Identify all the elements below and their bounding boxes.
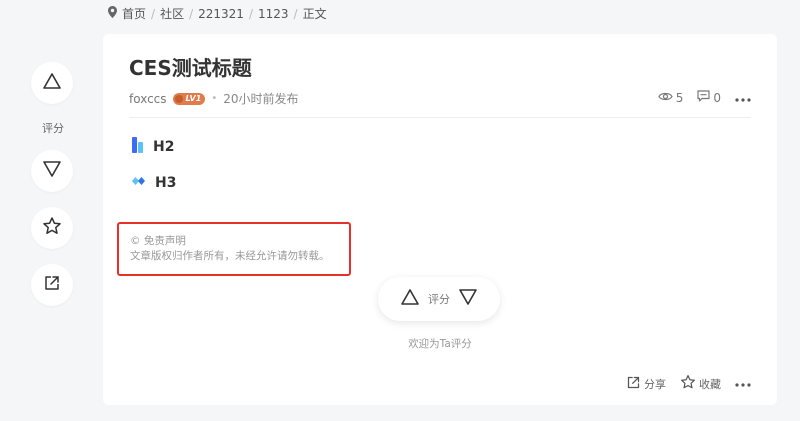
downvote-button[interactable] [31,150,73,192]
breadcrumb-community[interactable]: 社区 [160,5,184,22]
meta-divider [129,117,751,118]
rate-down-button[interactable] [458,288,478,310]
publish-time: 20小时前发布 [223,92,299,106]
level-badge: LV1 [172,92,206,105]
eye-icon [658,91,673,105]
article-card: CES测试标题 foxccs LV1 • 20小时前发布 5 0 H2 H3 ©… [103,34,777,405]
disclaimer-title: © 免责声明 [130,235,186,247]
comments-count: 0 [713,90,721,105]
article-meta: foxccs LV1 • 20小时前发布 [129,90,299,107]
upvote-button[interactable] [31,62,73,104]
footer-more-button[interactable] [735,377,751,390]
breadcrumb-separator: / [151,6,156,21]
comments-stat[interactable]: 0 [697,90,721,105]
views-stat: 5 [658,90,684,105]
breadcrumb-current: 正文 [302,7,327,21]
rate-up-button[interactable] [400,288,420,310]
breadcrumb-section[interactable]: 221321 [198,7,244,21]
rating-welcome-text: 欢迎为Ta评分 [408,338,472,350]
disclaimer: © 免责声明 文章版权归作者所有，未经允许请勿转载。 [130,234,330,264]
breadcrumb-separator: / [189,6,194,21]
left-action-rail: 评分 [31,62,75,306]
more-button[interactable] [735,91,751,105]
triangle-up-icon [42,72,62,94]
triangle-down-icon [42,160,62,182]
article-title: CES测试标题 [129,56,252,80]
more-dots-icon [735,91,751,105]
breadcrumb-separator: / [248,6,253,21]
breadcrumb-home[interactable]: 首页 [122,5,146,22]
heading-h2-text: H2 [153,139,175,155]
share-icon [43,274,61,296]
bars-icon [131,136,145,158]
star-icon [42,216,62,240]
footer-share-button[interactable]: 分享 [626,375,666,393]
footer-actions: 分享 收藏 [626,374,751,393]
views-count: 5 [675,90,684,105]
disclaimer-text: 文章版权归作者所有，未经允许请勿转载。 [130,250,330,262]
meta-dot-separator: • [211,93,218,104]
comment-icon [697,90,710,105]
star-icon [680,374,696,393]
rating-pill-label: 评分 [428,293,450,306]
location-pin-icon [108,6,117,21]
heading-h3-text: H3 [155,175,177,191]
breadcrumb-separator: / [293,6,298,21]
rating-pill: 评分 [378,277,500,321]
share-button[interactable] [31,264,73,306]
favorite-button[interactable] [31,207,73,249]
author-name[interactable]: foxccs [129,92,167,106]
footer-share-label: 分享 [644,377,666,391]
diamonds-icon [131,174,147,192]
footer-favorite-button[interactable]: 收藏 [680,374,721,393]
rating-label: 评分 [42,122,64,135]
breadcrumb: 首页 / 社区 / 221321 / 1123 / 正文 [108,5,327,22]
more-dots-icon [735,377,751,390]
footer-favorite-label: 收藏 [699,377,721,391]
heading-h3: H3 [131,174,176,192]
article-stats: 5 0 [658,90,751,105]
heading-h2: H2 [131,136,174,158]
level-badge-text: LV1 [185,94,202,103]
breadcrumb-subsection[interactable]: 1123 [258,7,289,21]
share-icon [626,375,641,393]
level-badge-icon [174,94,183,103]
